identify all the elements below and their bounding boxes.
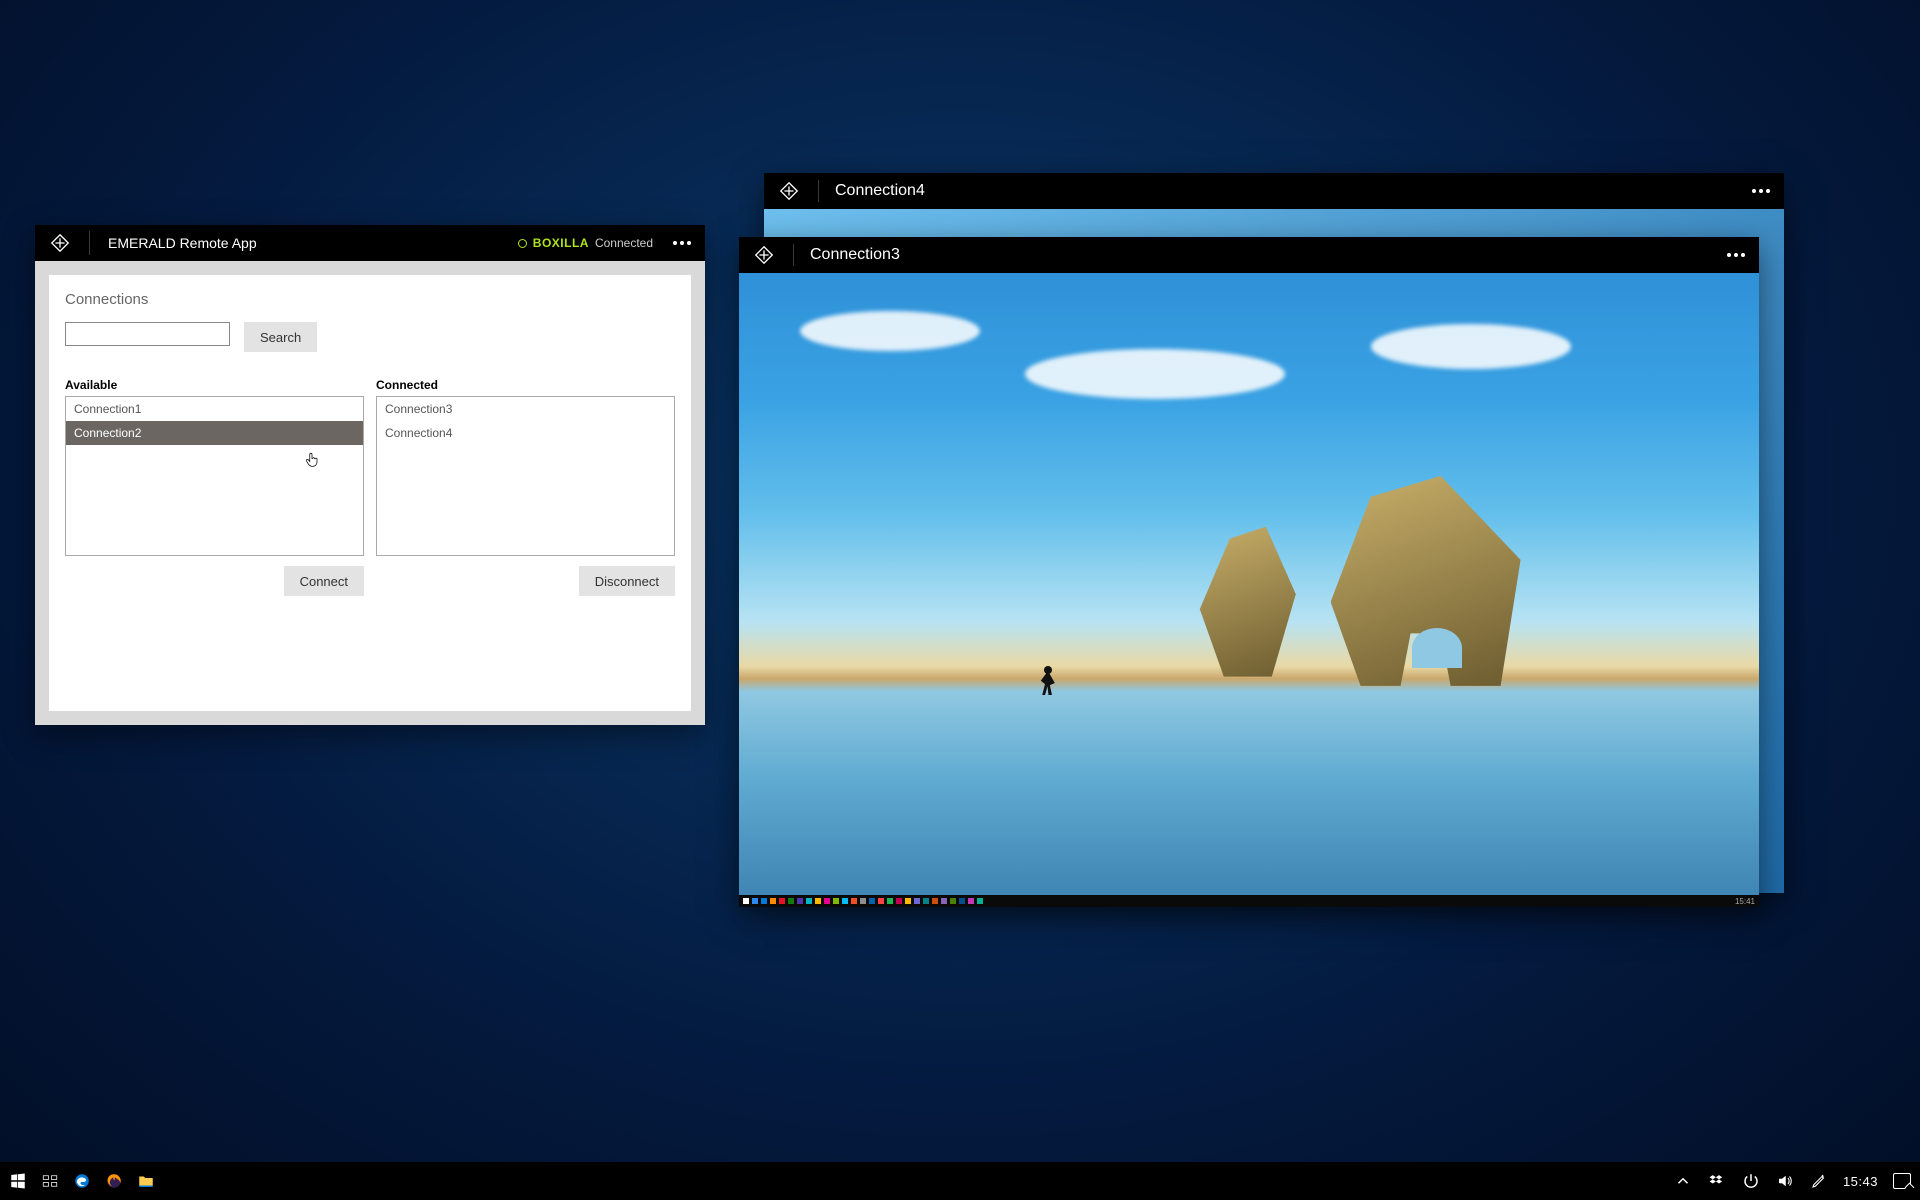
emerald-logo-icon [49,232,71,254]
connected-listbox[interactable]: Connection3Connection4 [376,396,675,556]
boxilla-state: Connected [595,236,653,250]
remote3-titlebar[interactable]: Connection3 [739,237,1759,273]
available-listbox[interactable]: Connection1Connection2 [65,396,364,556]
remote-inner-clock: 15:41 [1735,897,1755,906]
disconnect-button[interactable]: Disconnect [579,566,675,596]
tray-chevron-icon[interactable] [1673,1171,1693,1191]
remote3-title: Connection3 [810,246,900,264]
file-explorer-icon[interactable] [136,1171,156,1191]
pen-tray-icon[interactable] [1809,1171,1829,1191]
available-item[interactable]: Connection1 [66,397,363,421]
action-center-icon[interactable] [1892,1171,1912,1191]
emerald-app-window[interactable]: EMERALD Remote App BOXILLA Connected Con… [35,225,705,725]
firefox-icon[interactable] [104,1171,124,1191]
search-input[interactable] [65,322,230,346]
host-taskbar[interactable]: 15:43 [0,1162,1920,1200]
search-button[interactable]: Search [244,322,317,352]
dropbox-tray-icon[interactable] [1707,1171,1727,1191]
app-title: EMERALD Remote App [108,235,257,251]
title-divider [793,244,794,266]
boxilla-brand: BOXILLA [533,236,589,250]
start-button[interactable] [8,1171,28,1191]
more-icon[interactable] [673,241,691,245]
remote-window-connection3[interactable]: Connection3 15:41 [739,237,1759,907]
more-icon[interactable] [1752,189,1770,193]
section-title: Connections [65,291,675,308]
connected-item[interactable]: Connection3 [377,397,674,421]
more-icon[interactable] [1727,253,1745,257]
available-label: Available [65,378,364,392]
emerald-logo-icon [778,180,800,202]
available-item[interactable]: Connection2 [66,421,363,445]
volume-tray-icon[interactable] [1775,1171,1795,1191]
boxilla-status: BOXILLA Connected [518,236,653,250]
remote4-titlebar[interactable]: Connection4 [764,173,1784,209]
remote4-title: Connection4 [835,182,925,200]
emerald-logo-icon [753,244,775,266]
emerald-body: Connections Search Available Connection1… [49,275,691,711]
status-dot-icon [518,239,527,248]
connected-item[interactable]: Connection4 [377,421,674,445]
emerald-titlebar[interactable]: EMERALD Remote App BOXILLA Connected [35,225,705,261]
title-divider [818,180,819,202]
remote3-viewport[interactable]: 15:41 [739,273,1759,907]
task-view-icon[interactable] [40,1171,60,1191]
connect-button[interactable]: Connect [284,566,364,596]
remote-inner-taskbar[interactable]: 15:41 [739,895,1759,907]
taskbar-clock[interactable]: 15:43 [1843,1174,1878,1189]
title-divider [89,231,90,255]
connected-label: Connected [376,378,675,392]
edge-icon[interactable] [72,1171,92,1191]
remote-desktop-wallpaper: 15:41 [739,273,1759,907]
power-tray-icon[interactable] [1741,1171,1761,1191]
